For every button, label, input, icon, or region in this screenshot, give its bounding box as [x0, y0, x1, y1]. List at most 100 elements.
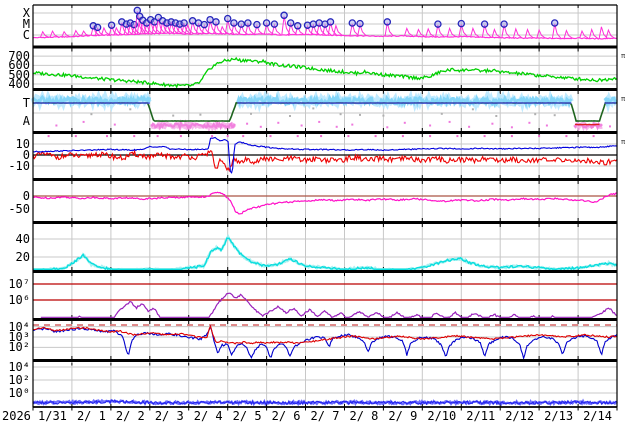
magenta-top-specks: [456, 135, 458, 137]
flare-peak-marker: [349, 20, 355, 26]
flare-peak-marker: [482, 21, 488, 27]
flare-peak-marker: [295, 23, 301, 29]
pink-specks: [351, 124, 353, 126]
magenta-top-specks: [227, 135, 229, 137]
gray-specks: [495, 115, 497, 117]
flare-spike: [471, 28, 480, 37]
panel-separator: [33, 178, 617, 181]
flare-peak-marker: [264, 20, 270, 26]
bz-red-line: [33, 151, 617, 171]
magenta-top-specks: [511, 135, 513, 137]
panel-separator: [33, 46, 617, 49]
pink-specks: [468, 126, 470, 128]
panel-separator: [33, 359, 617, 362]
flare-spike: [513, 29, 522, 38]
flare-peak-marker: [245, 20, 251, 26]
flare-spike: [589, 30, 598, 39]
solar-activity-multipanel-chart: 2026 XMC700600500400TA100-100-50402010⁷1…: [0, 0, 634, 424]
gray-specks: [340, 113, 342, 115]
magenta-top-specks: [593, 135, 595, 137]
magenta-top-specks: [106, 135, 108, 137]
flare-spike: [564, 31, 573, 39]
flare-peak-marker: [435, 21, 441, 27]
magenta-top-specks: [429, 135, 431, 137]
magenta-top-specks: [180, 135, 182, 137]
flare-peak-marker: [304, 22, 310, 28]
flare-peak-marker: [552, 20, 558, 26]
flare-peak-marker: [501, 21, 507, 27]
flare-spike: [426, 29, 435, 37]
magenta-top-specks: [75, 135, 77, 137]
panel-separator: [33, 318, 617, 321]
magenta-top-specks: [242, 135, 244, 137]
pink-specks: [246, 123, 248, 125]
flare-peak-marker: [181, 20, 187, 26]
flare-peak-marker: [213, 19, 219, 25]
pink-specks: [404, 122, 406, 124]
flare-peak-marker: [310, 21, 316, 27]
magenta-top-specks: [538, 135, 540, 137]
magenta-top-specks: [565, 135, 567, 137]
flare-peak-marker: [238, 21, 244, 27]
flare-peak-marker: [254, 22, 260, 28]
magenta-top-specks: [484, 135, 486, 137]
flare-spike: [492, 30, 501, 38]
flare-peak-marker: [281, 12, 287, 18]
panel-separator: [33, 88, 617, 91]
panel-separator: [33, 131, 617, 134]
flare-peak-marker: [109, 22, 115, 28]
flare-spike: [74, 31, 83, 37]
magenta-top-specks: [211, 135, 213, 137]
density-line: [33, 238, 617, 269]
magenta-top-specks: [133, 135, 135, 137]
gray-specks: [554, 114, 556, 116]
magenta-top-specks: [347, 135, 349, 137]
magenta-top-specks: [320, 135, 322, 137]
pink-specks: [386, 126, 388, 128]
flare-peak-marker: [271, 21, 277, 27]
magenta-top-specks: [270, 135, 272, 137]
gray-specks: [312, 107, 314, 109]
pink-specks: [546, 125, 548, 127]
flare-peak-marker: [327, 19, 333, 25]
flare-peak-marker: [201, 22, 207, 28]
gray-specks: [199, 114, 201, 116]
gray-specks: [90, 113, 92, 115]
pink-specks: [336, 126, 338, 128]
flare-spike: [447, 28, 456, 36]
gray-specks: [172, 115, 174, 117]
gray-specks: [289, 115, 291, 117]
panel-separator: [33, 221, 617, 224]
panel-separator: [33, 270, 617, 273]
gray-specks: [472, 108, 474, 110]
pink-specks: [301, 125, 303, 127]
flare-spike: [114, 28, 123, 35]
pink-specks: [55, 125, 57, 127]
magenta-top-specks: [375, 135, 377, 137]
pink-specks: [609, 125, 611, 127]
flare-spike: [525, 30, 534, 39]
chart-canvas: [0, 0, 634, 424]
pink-specks: [83, 121, 85, 123]
flare-peak-marker: [357, 21, 363, 27]
wind-speed-line: [33, 58, 617, 87]
gray-specks: [359, 114, 361, 116]
flare-peak-marker: [225, 16, 231, 22]
pink-specks: [114, 124, 116, 126]
gray-specks: [382, 115, 384, 117]
flare-peak-marker: [134, 7, 140, 13]
flare-peak-marker: [231, 20, 237, 26]
flare-peak-marker: [95, 24, 101, 30]
gray-specks: [250, 113, 252, 115]
electron-flux-line: [41, 293, 617, 317]
pink-specks: [491, 123, 493, 125]
gray-specks: [534, 113, 536, 115]
magenta-top-specks: [297, 135, 299, 137]
pink-specks: [277, 122, 279, 124]
density-line: [33, 237, 617, 270]
pink-specks: [511, 126, 513, 128]
pink-specks: [528, 122, 530, 124]
flare-spike: [537, 30, 546, 38]
pink-specks: [318, 121, 320, 123]
gray-specks: [129, 108, 131, 110]
